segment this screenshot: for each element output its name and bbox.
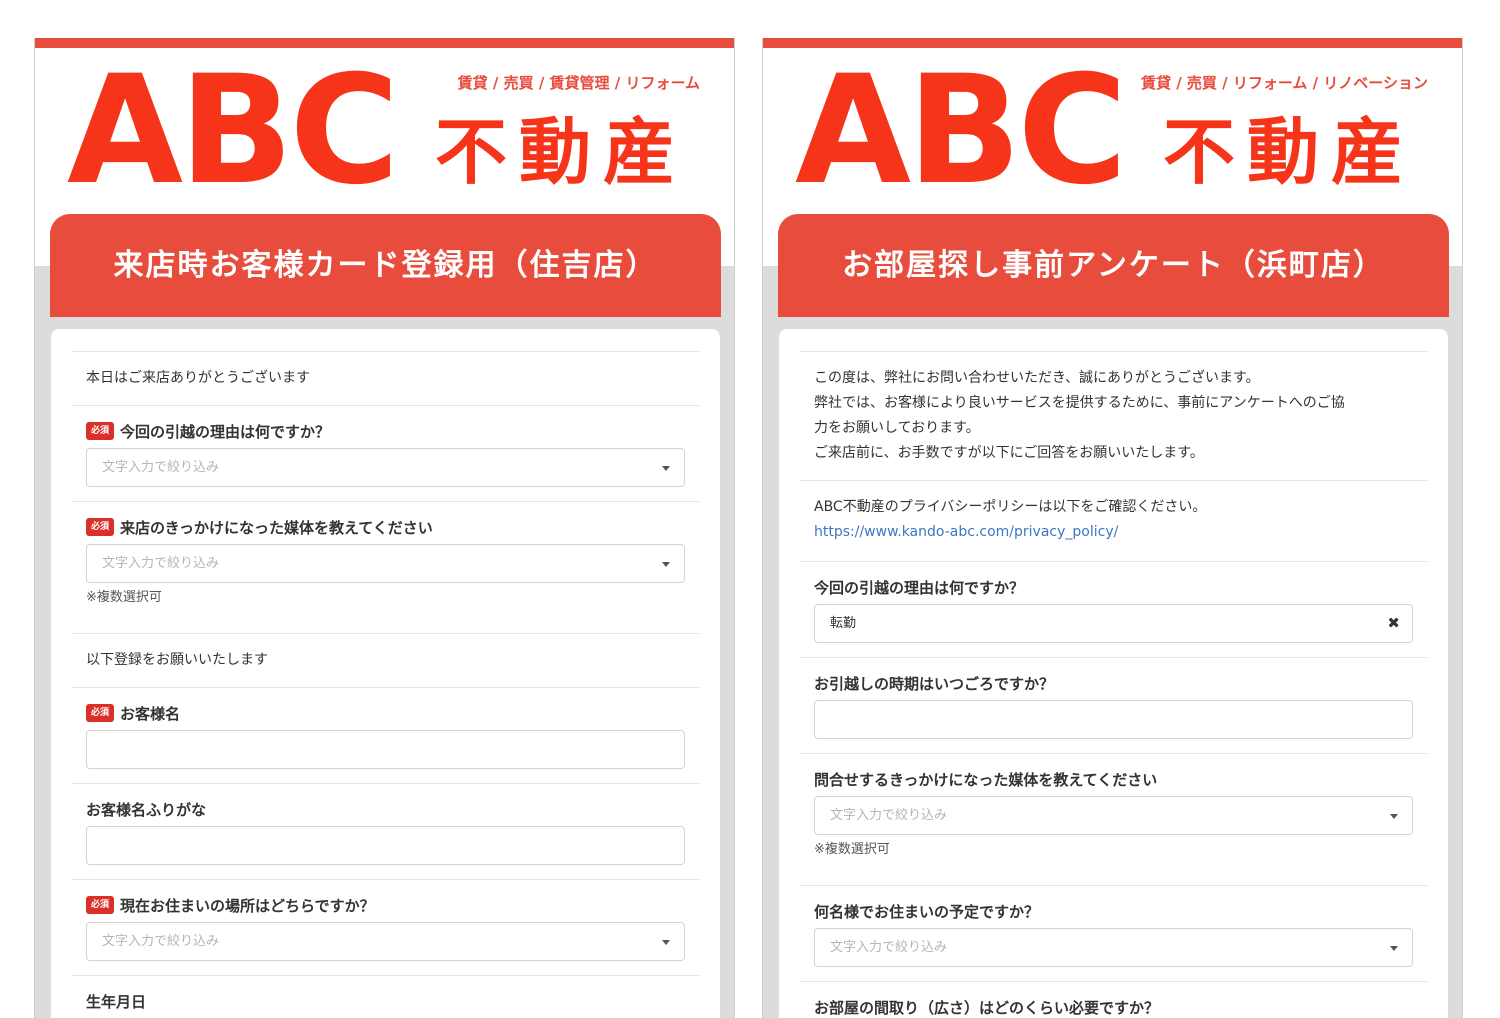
intro-text: 本日はご来店ありがとうございます [86,370,310,386]
logo-tagline: 賃貸 / 売買 / リフォーム / リノベーション [1140,74,1428,92]
privacy-section: ABC不動産のプライバシーポリシーは以下をご確認ください。 https://ww… [799,480,1428,561]
chevron-down-icon [662,940,670,945]
question-move-timing: お引越しの時期はいつごろですか？ [799,657,1428,753]
question-customer-name: 必須 お客様名 [71,687,700,783]
form-title: 来店時お客様カード登録用（住吉店） [50,214,721,317]
question-label: 生年月日 [86,992,147,1011]
required-badge: 必須 [86,704,115,722]
question-birthdate: 生年月日 [71,975,700,1018]
logo-tagline: 賃貸 / 売買 / 賃貸管理 / リフォーム [457,74,700,92]
intro-line: 力をお願いしております。 [814,420,980,436]
question-current-residence: 必須 現在お住まいの場所はどちらですか？ 文字入力で絞り込み [71,879,700,975]
question-label: 問合せするきっかけになった媒体を教えてください [814,770,1158,789]
question-move-reason: 必須 今回の引越の理由は何ですか？ 文字入力で絞り込み [71,405,700,501]
select-placeholder: 文字入力で絞り込み [102,556,220,571]
question-label: 今回の引越の理由は何ですか？ [120,422,331,441]
select-placeholder: 文字入力で絞り込み [830,808,948,823]
chevron-down-icon [1390,814,1398,819]
form-panel-hamacho: ABC 賃貸 / 売買 / リフォーム / リノベーション 不動産 お部屋探し事… [762,38,1463,1018]
logo-kanji: 不動産 [1163,110,1416,194]
customer-name-input[interactable] [86,730,685,769]
move-reason-select[interactable]: 文字入力で絞り込み [86,448,685,487]
select-placeholder: 文字入力で絞り込み [830,940,948,955]
form-card: この度は、弊社にお問い合わせいただき、誠にありがとうございます。 弊社では、お客… [779,329,1448,1018]
chevron-down-icon [662,562,670,567]
multi-select-note: ※複数選択可 [814,842,890,857]
question-label: お客様名ふりがな [86,800,207,819]
question-label: お客様名 [120,704,181,723]
privacy-policy-link[interactable]: https://www.kando-abc.com/privacy_policy… [814,520,1413,545]
occupants-select[interactable]: 文字入力で絞り込み [814,928,1413,967]
chevron-down-icon [1390,946,1398,951]
register-prompt: 以下登録をお願いいたします [86,652,268,668]
question-label: 来店のきっかけになった媒体を教えてください [120,518,433,537]
intro-section: 本日はご来店ありがとうございます [71,351,700,405]
logo-kanji: 不動産 [435,110,688,194]
logo-abc: ABC [67,44,400,218]
customer-furigana-input[interactable] [86,826,685,865]
move-reason-select[interactable]: 転勤 ✖ [814,604,1413,643]
privacy-text: ABC不動産のプライバシーポリシーは以下をご確認ください。 [814,499,1207,515]
question-label: 今回の引越の理由は何ですか？ [814,578,1025,597]
form-card: 本日はご来店ありがとうございます 必須 今回の引越の理由は何ですか？ 文字入力で… [51,329,720,1018]
form-panel-sumiyoshi: ABC 賃貸 / 売買 / 賃貸管理 / リフォーム 不動産 来店時お客様カード… [34,38,735,1018]
question-label: 現在お住まいの場所はどちらですか？ [120,896,375,915]
question-label: お引越しの時期はいつごろですか？ [814,674,1055,693]
register-prompt-section: 以下登録をお願いいたします [71,633,700,687]
brand-logo: ABC 賃貸 / 売買 / 賃貸管理 / リフォーム 不動産 [35,48,734,214]
current-residence-select[interactable]: 文字入力で絞り込み [86,922,685,961]
required-badge: 必須 [86,518,115,536]
multi-select-note: ※複数選択可 [86,590,162,605]
required-badge: 必須 [86,422,115,440]
intro-section: この度は、弊社にお問い合わせいただき、誠にありがとうございます。 弊社では、お客… [799,351,1428,480]
brand-logo: ABC 賃貸 / 売買 / リフォーム / リノベーション 不動産 [763,48,1462,214]
chevron-down-icon [662,466,670,471]
media-select[interactable]: 文字入力で絞り込み [814,796,1413,835]
media-select[interactable]: 文字入力で絞り込み [86,544,685,583]
form-title: お部屋探し事前アンケート（浜町店） [778,214,1449,317]
logo-abc: ABC [795,44,1128,218]
intro-line: 弊社では、お客様により良いサービスを提供するために、事前にアンケートへのご協 [814,395,1345,411]
required-badge: 必須 [86,896,115,914]
select-value: 転勤 [830,616,857,631]
question-customer-furigana: お客様名ふりがな [71,783,700,879]
select-placeholder: 文字入力で絞り込み [102,460,220,475]
question-occupants: 何名様でお住まいの予定ですか？ 文字入力で絞り込み [799,885,1428,981]
select-placeholder: 文字入力で絞り込み [102,934,220,949]
intro-line: ご来店前に、お手数ですが以下にご回答をお願いいたします。 [814,445,1204,461]
clear-icon[interactable]: ✖ [1387,605,1400,642]
move-timing-input[interactable] [814,700,1413,739]
question-media: 問合せするきっかけになった媒体を教えてください 文字入力で絞り込み ※複数選択可 [799,753,1428,885]
question-move-reason: 今回の引越の理由は何ですか？ 転勤 ✖ [799,561,1428,657]
question-label: 何名様でお住まいの予定ですか？ [814,902,1040,921]
intro-line: この度は、弊社にお問い合わせいただき、誠にありがとうございます。 [814,370,1260,386]
question-media: 必須 来店のきっかけになった媒体を教えてください 文字入力で絞り込み ※複数選択… [71,501,700,633]
